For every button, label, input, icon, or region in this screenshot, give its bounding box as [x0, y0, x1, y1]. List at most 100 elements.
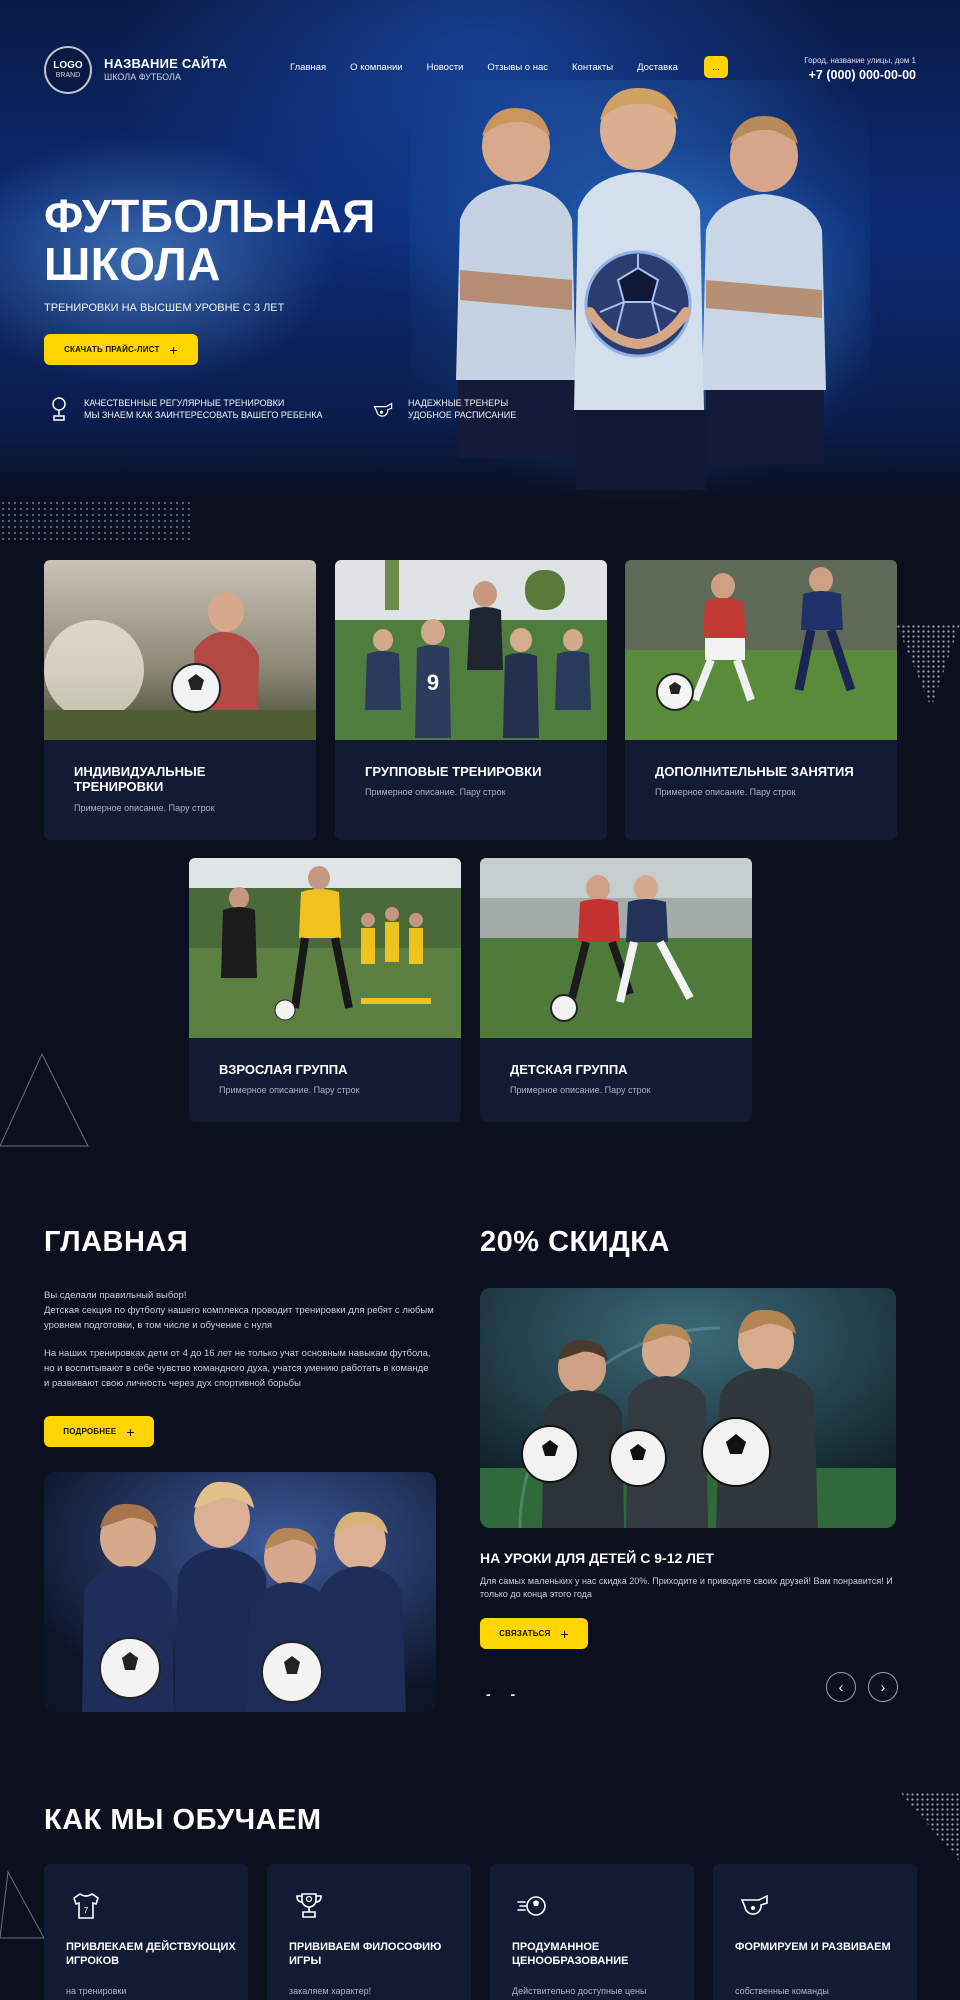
card-title: ДЕТСКАЯ ГРУППА — [510, 1062, 628, 1077]
card-photo — [189, 858, 461, 1038]
slider-prev-button[interactable]: ‹ — [826, 1672, 856, 1702]
nav-link-delivery[interactable]: Доставка — [637, 62, 678, 73]
team-photo-image — [44, 1472, 436, 1712]
card-title: ВЗРОСЛАЯ ГРУППА — [219, 1062, 348, 1077]
discount-title: НА УРОКИ ДЛЯ ДЕТЕЙ С 9-12 ЛЕТ — [480, 1550, 714, 1566]
discount-text: Для самых маленьких у нас скидка 20%. Пр… — [480, 1576, 893, 1599]
jersey-icon: 7 — [73, 1893, 99, 1919]
chevron-right-icon: › — [880, 1679, 886, 1695]
team-photo — [44, 1472, 436, 1712]
teach-card-title: ПРИВЛЕКАЕМ ДЕЙСТВУЮЩИХ ИГРОКОВ — [66, 1941, 236, 1967]
decorative-dots — [0, 500, 190, 540]
decorative-dotted-triangle — [900, 1792, 960, 1862]
top-navigation: LOGO BRAND НАЗВАНИЕ САЙТА ШКОЛА ФУТБОЛА … — [44, 44, 916, 96]
decorative-dotted-triangle — [896, 624, 960, 708]
more-details-button[interactable]: ПОДРОБНЕЕ + — [44, 1416, 154, 1447]
nav-link-about[interactable]: О компании — [350, 62, 402, 73]
main-nav: Главная О компании Новости Отзывы о нас … — [290, 62, 702, 73]
teach-card-description: на тренировки — [66, 1986, 127, 1996]
decorative-triangle — [0, 1052, 89, 1147]
plus-icon: + — [126, 1423, 135, 1440]
slider-next-button[interactable]: › — [868, 1672, 898, 1702]
main-paragraph-1: Вы сделали правильный выбор! Детская сек… — [44, 1288, 434, 1333]
slider-pagination[interactable]: - - — [486, 1686, 523, 1702]
card-description: Примерное описание. Пару строк — [655, 787, 796, 797]
teach-card: ПРОДУМАННОЕ ЦЕНООБРАЗОВАНИЕ Действительн… — [490, 1864, 694, 2000]
trophy-icon — [48, 396, 70, 422]
teach-card: 7 ПРИВЛЕКАЕМ ДЕЙСТВУЮЩИХ ИГРОКОВ на трен… — [44, 1864, 248, 2000]
hero-section: LOGO BRAND НАЗВАНИЕ САЙТА ШКОЛА ФУТБОЛА … — [0, 0, 960, 504]
teach-card: ПРИВИВАЕМ ФИЛОСОФИЮ ИГРЫ закаляем характ… — [267, 1864, 471, 2000]
service-card-adult[interactable]: ВЗРОСЛАЯ ГРУППА Примерное описание. Пару… — [189, 858, 461, 1122]
card-photo — [625, 560, 897, 740]
hero-title-line2: ШКОЛА — [44, 238, 221, 290]
trophy-icon — [296, 1893, 322, 1918]
teach-card: ФОРМИРУЕМ И РАЗВИВАЕМ собственные команд… — [713, 1864, 917, 2000]
more-menu-button[interactable]: ... — [704, 56, 728, 78]
contact-button[interactable]: СВЯЗАТЬСЯ + — [480, 1618, 588, 1649]
hero-feature-coaches: НАДЕЖНЫЕ ТРЕНЕРЫ УДОБНОЕ РАСПИСАНИЕ — [372, 396, 516, 422]
site-subtitle: ШКОЛА ФУТБОЛА — [104, 72, 181, 82]
main-paragraph-line: Вы сделали правильный выбор! — [44, 1290, 187, 1301]
card-description: Примерное описание. Пару строк — [74, 803, 215, 813]
site-name: НАЗВАНИЕ САЙТА — [104, 56, 228, 71]
card-title: ДОПОЛНИТЕЛЬНЫЕ ЗАНЯТИЯ — [655, 764, 854, 779]
service-card-extra[interactable]: ДОПОЛНИТЕЛЬНЫЕ ЗАНЯТИЯ Примерное описани… — [625, 560, 897, 840]
teach-card-description: собственные команды — [735, 1986, 829, 1996]
address-text: Город, название улицы, дом 1 — [804, 56, 916, 65]
card-description: Примерное описание. Пару строк — [365, 787, 506, 797]
nav-link-reviews[interactable]: Отзывы о нас — [487, 62, 548, 73]
decorative-triangle — [0, 1870, 45, 1939]
plus-icon: + — [560, 1625, 569, 1642]
nav-link-home[interactable]: Главная — [290, 62, 326, 73]
main-paragraph-2: На наших тренировках дети от 4 до 16 лет… — [44, 1348, 431, 1389]
hero-feature-line: УДОБНОЕ РАСПИСАНИЕ — [408, 410, 517, 420]
teach-card-description: закаляем характер! — [289, 1986, 372, 1996]
card-title: ГРУППОВЫЕ ТРЕНИРОВКИ — [365, 764, 542, 779]
phone-number[interactable]: +7 (000) 000-00-00 — [809, 68, 916, 82]
discount-heading: 20% СКИДКА — [480, 1226, 670, 1258]
logo[interactable]: LOGO BRAND — [44, 46, 92, 94]
hero-subtitle: ТРЕНИРОВКИ НА ВЫСШЕМ УРОВНЕ С 3 ЛЕТ — [44, 302, 285, 314]
download-price-button[interactable]: СКАЧАТЬ ПРАЙС-ЛИСТ + — [44, 334, 198, 365]
ball-icon — [517, 1896, 546, 1916]
teach-card-title: ПРОДУМАННОЕ ЦЕНООБРАЗОВАНИЕ — [512, 1941, 629, 1967]
more-details-label: ПОДРОБНЕЕ — [63, 1427, 117, 1436]
nav-link-news[interactable]: Новости — [427, 62, 464, 73]
card-title: ИНДИВИДУАЛЬНЫЕ ТРЕНИРОВКИ — [74, 764, 206, 794]
whistle-icon — [740, 1894, 768, 1915]
teach-card-title: ПРИВИВАЕМ ФИЛОСОФИЮ ИГРЫ — [289, 1941, 442, 1967]
hero-feature-line: КАЧЕСТВЕННЫЕ РЕГУЛЯРНЫЕ ТРЕНИРОВКИ — [84, 398, 285, 408]
svg-text:9: 9 — [427, 670, 439, 695]
hero-feature-text: НАДЕЖНЫЕ ТРЕНЕРЫ УДОБНОЕ РАСПИСАНИЕ — [408, 397, 516, 421]
discount-photo-image — [480, 1288, 896, 1528]
download-price-label: СКАЧАТЬ ПРАЙС-ЛИСТ — [64, 345, 160, 354]
service-card-group[interactable]: 9 ГРУППОВЫЕ ТРЕНИРОВКИ Примерное описани… — [335, 560, 607, 840]
card-description: Примерное описание. Пару строк — [219, 1085, 360, 1095]
service-card-kids[interactable]: ДЕТСКАЯ ГРУППА Примерное описание. Пару … — [480, 858, 752, 1122]
card-photo — [44, 560, 316, 740]
main-paragraph-line: Детская секция по футболу нашего комплек… — [44, 1305, 434, 1331]
card-photo: 9 — [335, 560, 607, 740]
hero-kids-image — [410, 80, 870, 504]
card-photo — [480, 858, 752, 1038]
teach-heading: КАК МЫ ОБУЧАЕМ — [44, 1804, 322, 1836]
hero-feature-trainings: КАЧЕСТВЕННЫЕ РЕГУЛЯРНЫЕ ТРЕНИРОВКИ МЫ ЗН… — [48, 396, 323, 422]
hero-feature-text: КАЧЕСТВЕННЫЕ РЕГУЛЯРНЫЕ ТРЕНИРОВКИ МЫ ЗН… — [84, 397, 323, 421]
nav-link-contacts[interactable]: Контакты — [572, 62, 613, 73]
service-card-individual[interactable]: ИНДИВИДУАЛЬНЫЕ ТРЕНИРОВКИ Примерное опис… — [44, 560, 316, 840]
main-heading: ГЛАВНАЯ — [44, 1226, 189, 1258]
plus-icon: + — [169, 341, 178, 358]
hero-title: ФУТБОЛЬНАЯ ШКОЛА — [44, 192, 404, 288]
teach-card-description: Действительно доступные цены — [512, 1986, 647, 1996]
contact-button-label: СВЯЗАТЬСЯ — [499, 1629, 551, 1638]
logo-brand-text: BRAND — [55, 71, 81, 79]
hero-feature-line: МЫ ЗНАЕМ КАК ЗАИНТЕРЕСОВАТЬ ВАШЕГО РЕБЕН… — [84, 410, 323, 420]
svg-text:7: 7 — [84, 1906, 89, 1915]
hero-title-line1: ФУТБОЛЬНАЯ — [44, 190, 376, 242]
logo-text: LOGO — [53, 59, 83, 71]
chevron-left-icon: ‹ — [838, 1679, 844, 1695]
card-description: Примерное описание. Пару строк — [510, 1085, 651, 1095]
whistle-icon — [372, 396, 394, 422]
teach-card-title: ФОРМИРУЕМ И РАЗВИВАЕМ — [735, 1941, 891, 1953]
